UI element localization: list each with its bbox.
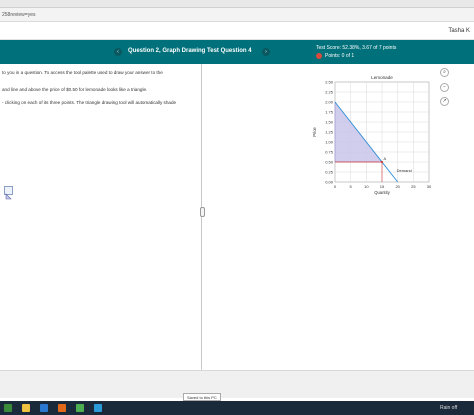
graph-panel[interactable]: 0 5 10 15 20 25 30 0.00 0.25 0.50 0.75 1.00 1.25 1.50… — [310, 68, 435, 201]
y-tick-label: 0.25 — [325, 169, 334, 174]
question-pane: to you in a question. To access the tool… — [0, 64, 202, 370]
y-tick-label: 1.50 — [325, 119, 334, 124]
demand-label: Demand — [397, 168, 412, 173]
y-tick-label: 2.25 — [325, 89, 334, 94]
y-tick-label: 0.50 — [325, 159, 334, 164]
y-tick-label: 0.00 — [325, 179, 334, 184]
points-display: Points: 0 of 1 — [316, 53, 354, 59]
search-icon[interactable]: ⌕ — [440, 68, 449, 77]
instruction-line: - clicking on each of its three points. … — [2, 100, 177, 105]
x-tick-label: 25 — [411, 184, 416, 189]
file-explorer-icon[interactable] — [22, 404, 30, 412]
weather-text: Rain off — [440, 405, 458, 411]
firefox-icon[interactable] — [58, 404, 66, 412]
x-tick-label: 20 — [395, 184, 400, 189]
pane-splitter-handle[interactable] — [200, 207, 205, 217]
incorrect-icon — [316, 53, 322, 59]
saved-toast: Saved to this PC — [183, 393, 221, 401]
next-question-button[interactable]: › — [262, 48, 270, 56]
y-axis-label: Price — [312, 127, 317, 137]
x-tick-label: 15 — [380, 184, 385, 189]
triangle-tool-icon[interactable] — [4, 186, 13, 200]
point-a — [380, 160, 384, 164]
y-tick-label: 1.75 — [325, 109, 334, 114]
y-tick-label: 1.00 — [325, 139, 334, 144]
chrome-icon[interactable] — [76, 404, 84, 412]
point-a-label: A — [384, 156, 387, 161]
question-title: Question 2, Graph Drawing Test Question … — [128, 48, 252, 54]
popout-icon[interactable]: ↗ — [440, 97, 449, 106]
user-bar: Tasha K — [0, 22, 474, 40]
y-tick-label: 0.75 — [325, 149, 334, 154]
mail-icon[interactable] — [40, 404, 48, 412]
address-bar[interactable]: 258review=yes — [0, 8, 474, 22]
footer-band — [0, 370, 474, 398]
points-text: Points: 0 of 1 — [325, 53, 355, 59]
instruction-line: and line and above the price of $0.50 fo… — [2, 87, 148, 92]
zoom-out-icon[interactable]: − — [440, 83, 449, 92]
y-tick-label: 2.00 — [325, 99, 334, 104]
start-icon[interactable] — [4, 404, 12, 412]
x-tick-label: 5 — [350, 184, 353, 189]
x-tick-label: 0 — [334, 184, 337, 189]
lemonade-chart[interactable]: 0 5 10 15 20 25 30 0.00 0.25 0.50 0.75 1.00 1.25 1.50… — [310, 68, 435, 196]
x-axis-label: Quantity — [374, 190, 391, 195]
user-name[interactable]: Tasha K — [448, 28, 470, 34]
y-tick-label: 1.25 — [325, 129, 334, 134]
test-score: Test Score: 52.38%, 3.67 of 7 points — [316, 45, 397, 51]
taskbar: Rain off — [0, 401, 474, 415]
browser-tab-strip — [0, 0, 474, 8]
previous-question-button[interactable]: ‹ — [114, 48, 122, 56]
question-header: ‹ Question 2, Graph Drawing Test Questio… — [0, 40, 474, 64]
instruction-line: to you in a question. To access the tool… — [2, 70, 163, 75]
chart-title: Lemonade — [371, 75, 393, 80]
x-tick-label: 30 — [427, 184, 432, 189]
x-tick-label: 10 — [364, 184, 369, 189]
y-tick-label: 2.50 — [325, 79, 334, 84]
edge-icon[interactable] — [94, 404, 102, 412]
